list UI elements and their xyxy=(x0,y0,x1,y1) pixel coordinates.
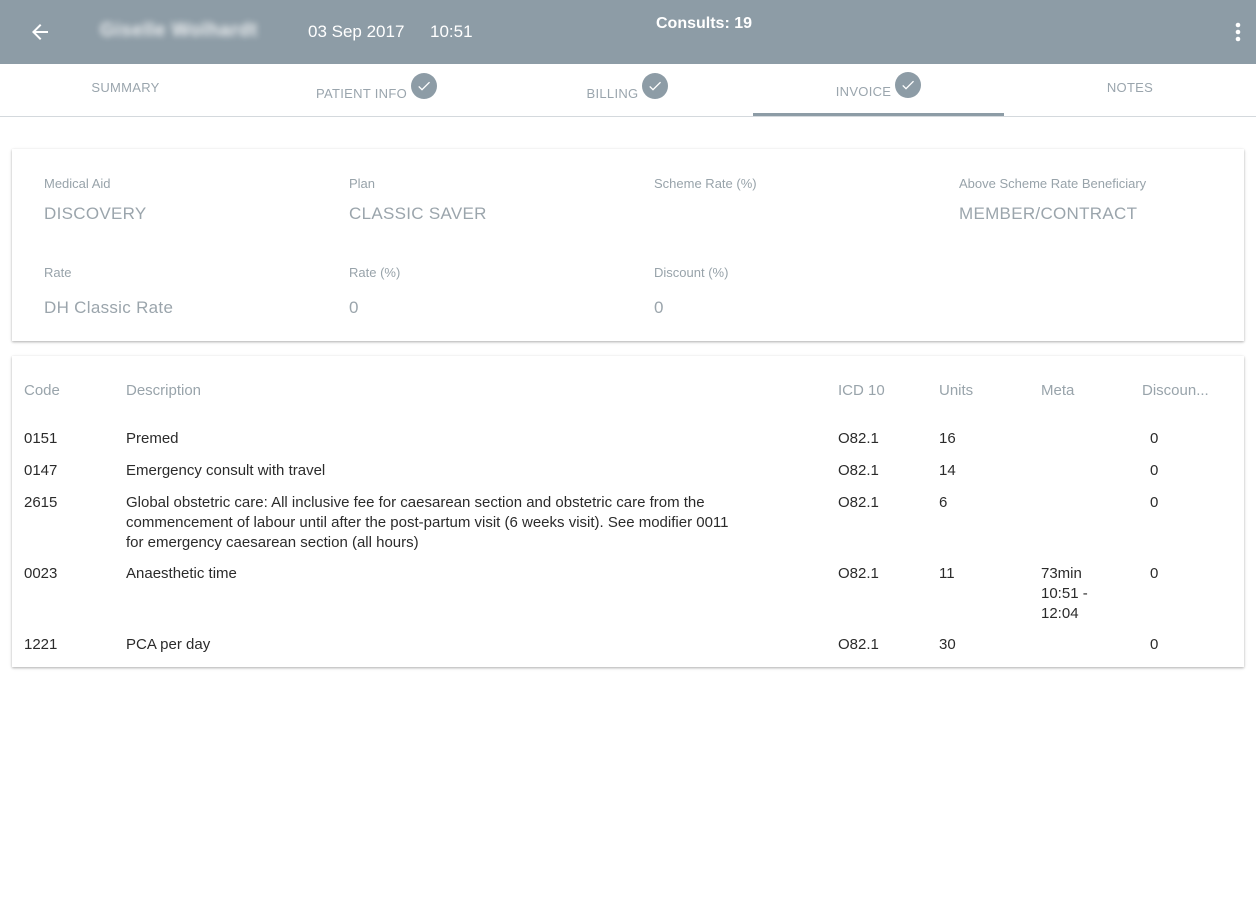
consults-count: Consults: 19 xyxy=(656,15,753,32)
row-description-line: Global obstetric care: All inclusive fee… xyxy=(126,494,705,511)
back-button[interactable] xyxy=(22,14,58,50)
column-header-discount: Discoun... xyxy=(1142,382,1209,399)
row-code: 1221 xyxy=(24,636,58,653)
tab-label: INVOICE xyxy=(835,84,892,99)
rate-percent-value: 0 xyxy=(349,298,359,317)
row-icd10: O82.1 xyxy=(838,565,879,582)
row-code: 0151 xyxy=(24,430,58,447)
tab-billing[interactable]: BILLING xyxy=(502,64,753,116)
column-header-units: Units xyxy=(939,382,974,399)
plan-value: CLASSIC SAVER xyxy=(349,204,487,223)
invoice-lines-card: Code Description ICD 10 Units Meta Disco… xyxy=(12,356,1244,667)
row-meta-line: 73min xyxy=(1041,565,1082,582)
row-description: Anaesthetic time xyxy=(126,565,237,582)
row-description: PCA per day xyxy=(126,636,211,653)
row-code: 2615 xyxy=(24,494,58,511)
row-discount: 0 xyxy=(1150,565,1159,582)
row-discount: 0 xyxy=(1150,636,1159,653)
row-units: 6 xyxy=(939,494,948,511)
beneficiary-value: MEMBER/CONTRACT xyxy=(959,204,1138,223)
row-units: 30 xyxy=(939,636,956,653)
row-icd10: O82.1 xyxy=(838,462,879,479)
tab-label: NOTES xyxy=(1106,79,1154,95)
tab-invoice[interactable]: INVOICE xyxy=(753,64,1004,116)
arrow-back-icon xyxy=(32,24,48,40)
column-header-description: Description xyxy=(126,382,202,399)
rate-label: Rate xyxy=(44,265,72,280)
row-code: 0147 xyxy=(24,462,58,479)
row-units: 11 xyxy=(939,565,955,582)
column-header-meta: Meta xyxy=(1041,382,1075,399)
plan-label: Plan xyxy=(349,176,376,191)
medical-aid-value: DISCOVERY xyxy=(44,204,147,223)
row-description: Emergency consult with travel xyxy=(126,462,326,479)
row-icd10: O82.1 xyxy=(838,494,879,511)
row-description: Premed xyxy=(126,430,179,447)
tab-patient-info[interactable]: PATIENT INFO xyxy=(251,64,502,116)
row-icd10: O82.1 xyxy=(838,636,879,653)
row-meta-line: 12:04 xyxy=(1041,605,1079,622)
rate-value: DH Classic Rate xyxy=(44,298,174,317)
consult-time: 10:51 xyxy=(430,22,473,41)
column-header-icd10: ICD 10 xyxy=(838,382,885,399)
row-description-line: for emergency caesarean section (all hou… xyxy=(126,534,419,551)
overflow-menu-button[interactable] xyxy=(1224,14,1252,50)
scheme-rate-label: Scheme Rate (%) xyxy=(654,176,757,191)
check-circle-icon xyxy=(642,73,669,99)
tab-notes[interactable]: NOTES xyxy=(1004,64,1256,116)
tab-label: SUMMARY xyxy=(91,79,160,95)
discount-percent-label: Discount (%) xyxy=(654,265,729,280)
row-meta-line: 10:51 - xyxy=(1041,585,1088,602)
patient-name: Giselle Wolhardt xyxy=(100,20,258,41)
tab-label: PATIENT INFO xyxy=(316,85,407,101)
beneficiary-label: Above Scheme Rate Beneficiary xyxy=(959,176,1147,191)
rate-percent-label: Rate (%) xyxy=(349,265,401,280)
row-units: 14 xyxy=(939,462,956,479)
row-discount: 0 xyxy=(1150,462,1159,479)
column-header-code: Code xyxy=(24,382,60,399)
discount-percent-value: 0 xyxy=(654,298,664,317)
check-circle-icon xyxy=(895,71,922,98)
tab-label: BILLING xyxy=(586,85,639,101)
row-icd10: O82.1 xyxy=(838,430,879,447)
row-description-line: commencement of labour until after the p… xyxy=(126,514,729,531)
row-discount: 0 xyxy=(1150,494,1159,511)
medical-aid-card: Medical Aid DISCOVERY Plan CLASSIC SAVER… xyxy=(12,149,1244,341)
medical-aid-label: Medical Aid xyxy=(44,176,111,191)
tab-summary[interactable]: SUMMARY xyxy=(0,64,251,116)
more-vert-icon xyxy=(1235,22,1241,42)
row-discount: 0 xyxy=(1150,430,1159,447)
check-circle-icon xyxy=(411,73,437,99)
row-units: 16 xyxy=(939,430,956,447)
tab-bar: SUMMARY PATIENT INFO BILLING INVOICE NOT… xyxy=(0,64,1256,117)
consult-date: 03 Sep 2017 xyxy=(308,22,405,41)
row-code: 0023 xyxy=(24,565,58,582)
app-bar: Giselle Wolhardt 03 Sep 2017 10:51 Consu… xyxy=(0,0,1256,64)
